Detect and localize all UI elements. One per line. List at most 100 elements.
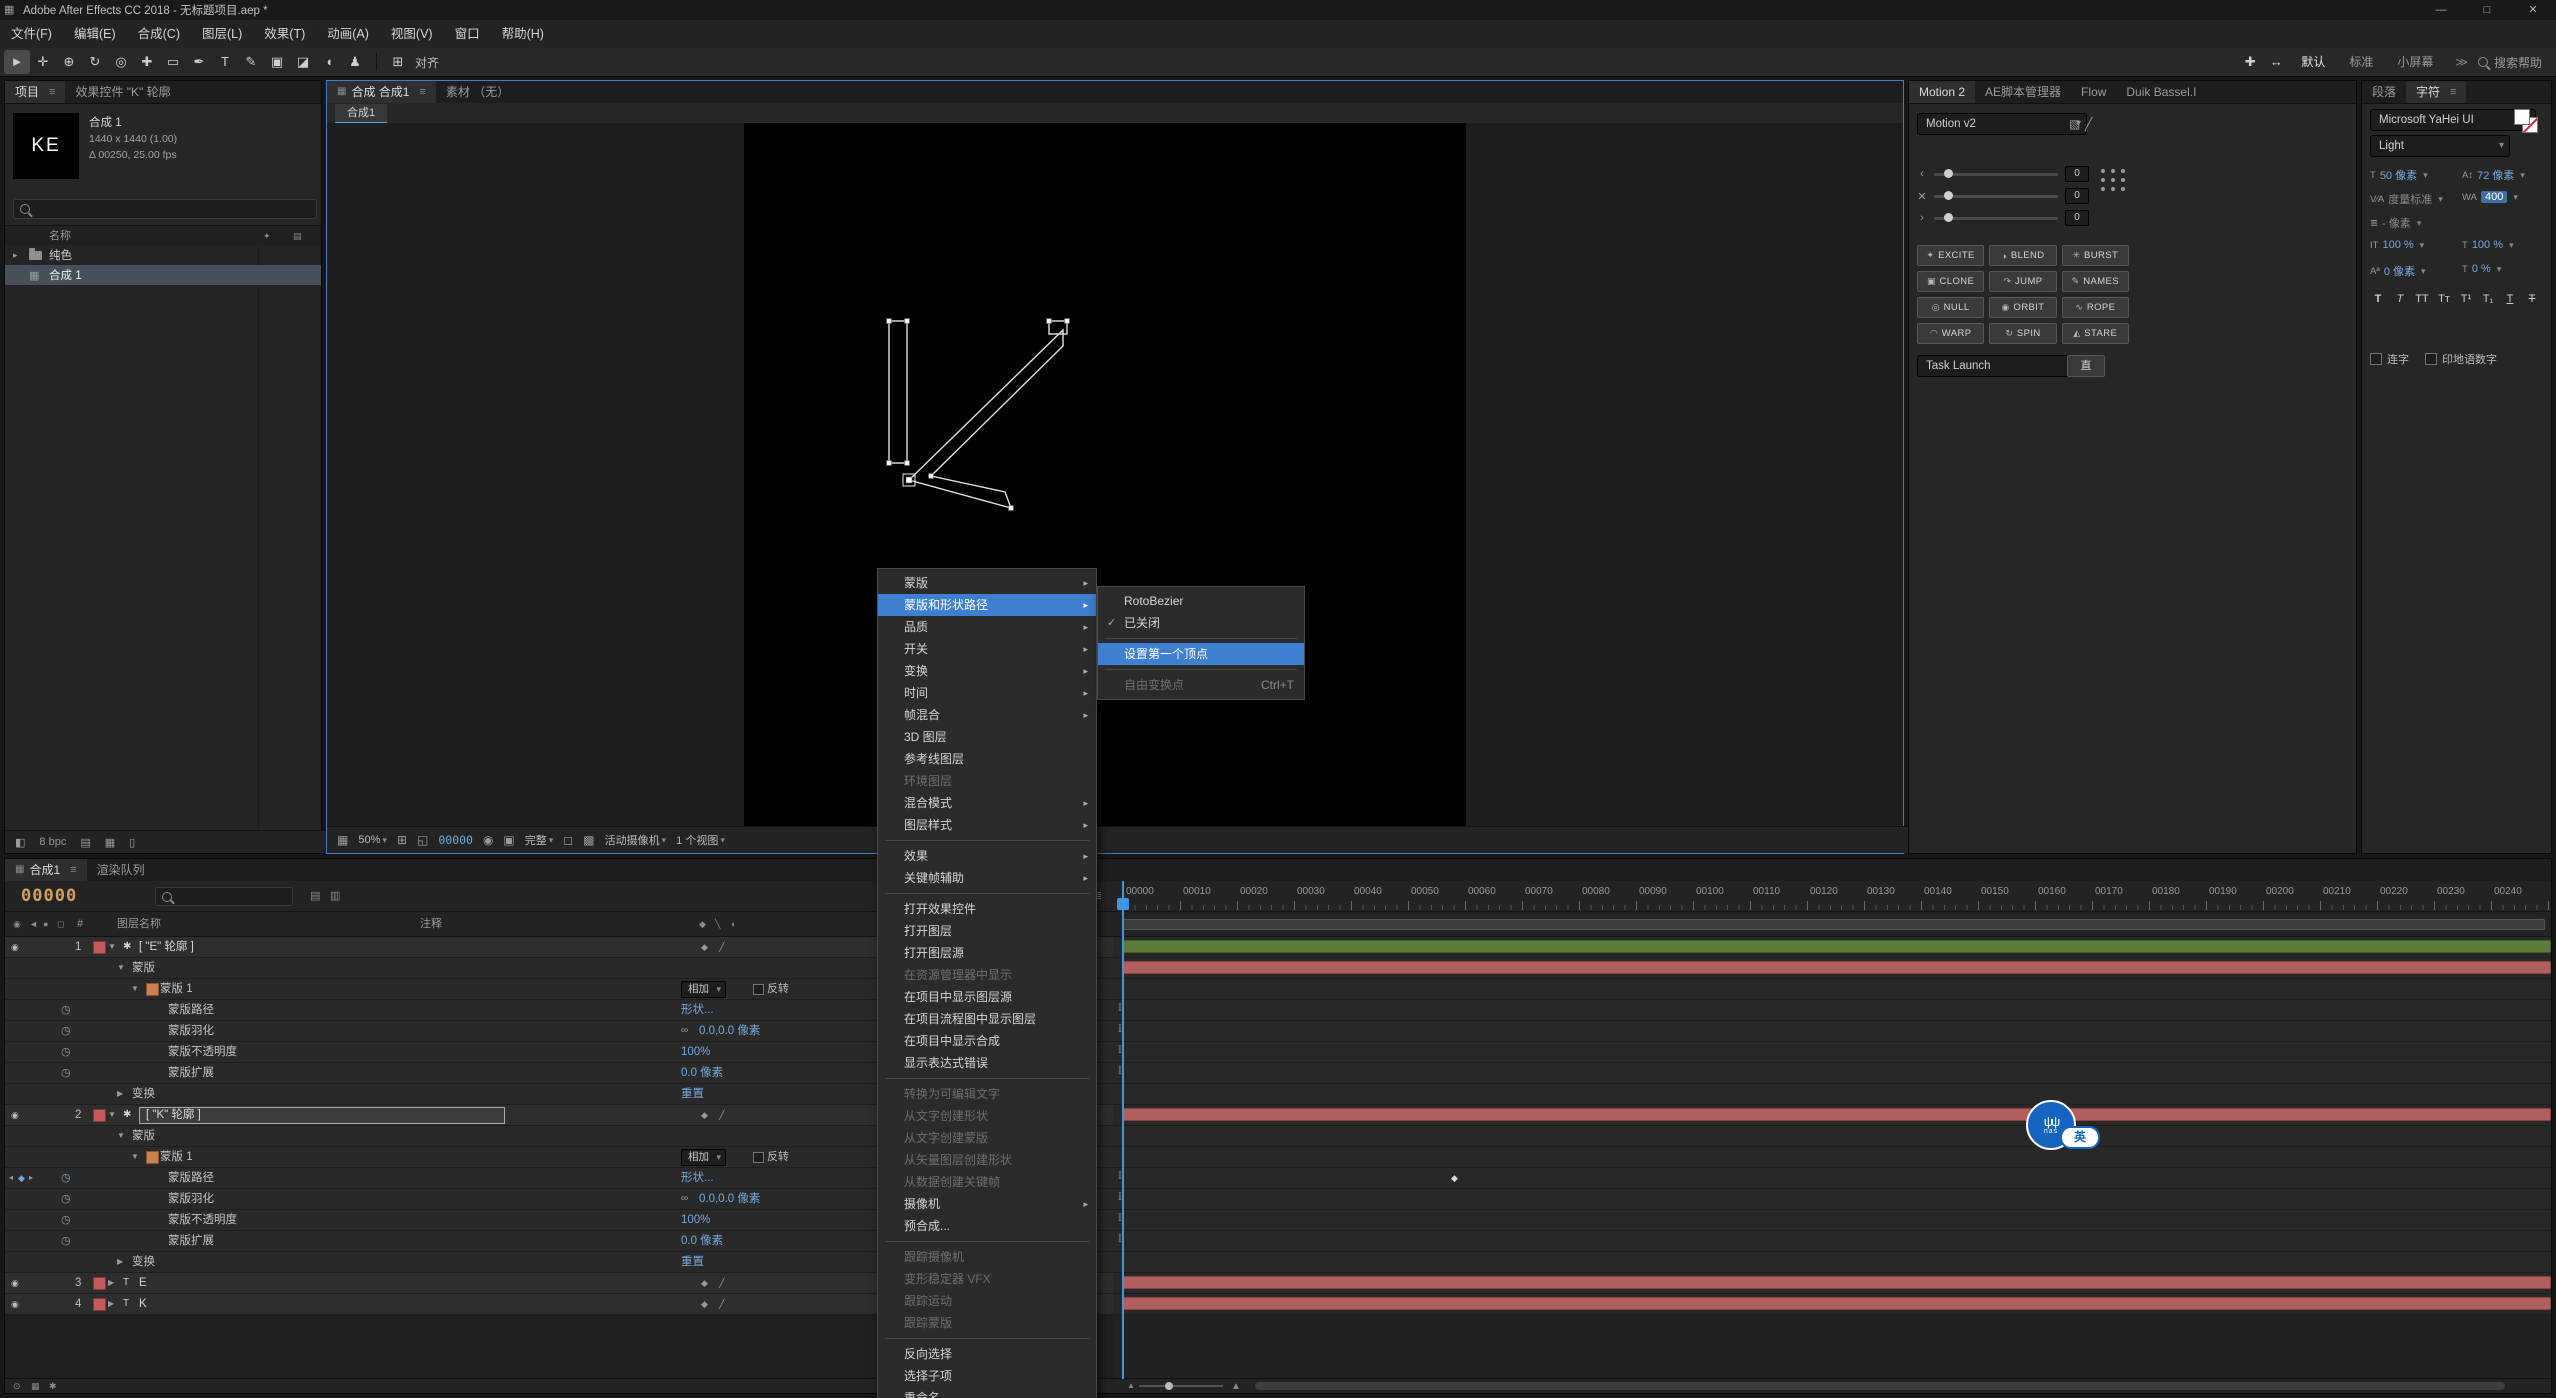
timeline-graph-row[interactable]: Ⅰ bbox=[1113, 1063, 2551, 1084]
subscript-button[interactable]: T₁ bbox=[2480, 291, 2496, 307]
label-color-chip[interactable] bbox=[93, 1298, 106, 1311]
context-menu-item[interactable]: 摄像机 ▸ bbox=[878, 1193, 1096, 1215]
context-menu-item[interactable]: 在项目中显示合成 bbox=[878, 1030, 1096, 1052]
tab-footage[interactable]: 素材 （无） bbox=[436, 81, 519, 103]
context-menu-item[interactable]: 打开效果控件 bbox=[878, 898, 1096, 920]
new-composition-icon[interactable]: ▦ bbox=[105, 836, 115, 849]
layer-name[interactable]: K bbox=[139, 1294, 147, 1314]
tracking-field[interactable]: WA 400 ▾ bbox=[2462, 191, 2518, 203]
property-value[interactable]: 100% bbox=[681, 1210, 710, 1230]
panel-menu-icon[interactable]: ≡ bbox=[70, 859, 76, 881]
twirl-toggle[interactable]: ▶ bbox=[117, 1084, 123, 1104]
snap-label[interactable]: 对齐 bbox=[415, 54, 439, 71]
tab-duik-bassel-i[interactable]: Duik Bassel.I bbox=[2116, 81, 2206, 103]
mask-color-chip[interactable] bbox=[146, 983, 159, 996]
shape-tool[interactable]: ▭ bbox=[160, 50, 186, 74]
baseline-shift-field[interactable]: Aª 0 像素 ▾ bbox=[2370, 263, 2426, 279]
blend-button[interactable]: ◑ BLEND bbox=[1989, 245, 2057, 266]
layer-duration-bar[interactable] bbox=[1123, 1276, 2551, 1289]
next-keyframe-button[interactable]: ▸ bbox=[29, 1168, 33, 1188]
current-time-indicator[interactable] bbox=[1122, 881, 1124, 1379]
help-search[interactable]: 搜索帮助 bbox=[2477, 54, 2542, 71]
motion-preset-select[interactable]: Motion v2 bbox=[1917, 113, 2087, 135]
workspace-3[interactable]: 小屏幕 bbox=[2385, 48, 2445, 76]
context-menu-item[interactable]: 参考线图层 bbox=[878, 748, 1096, 770]
visibility-toggle[interactable]: ◉ bbox=[11, 1273, 19, 1293]
context-menu-item[interactable]: 蒙版 ▸ bbox=[878, 572, 1096, 594]
layers-icon[interactable]: ▦ bbox=[31, 1379, 40, 1393]
layer-name[interactable]: E bbox=[139, 1273, 147, 1293]
tab-effect-controls[interactable]: 效果控件 "K" 轮廓 bbox=[65, 81, 180, 103]
prev-keyframe-button[interactable]: ◂ bbox=[9, 1168, 13, 1188]
property-value[interactable]: 0.0 像素 bbox=[681, 1063, 723, 1083]
faux-bold-button[interactable]: T bbox=[2370, 291, 2386, 307]
twirl-toggle[interactable]: ▼ bbox=[117, 1126, 125, 1146]
context-menu-item[interactable]: 在项目流程图中显示图层 bbox=[878, 1008, 1096, 1030]
all-caps-button[interactable]: TT bbox=[2414, 291, 2430, 307]
tab-ae-[interactable]: AE脚本管理器 bbox=[1975, 81, 2071, 103]
fx-switch-icon[interactable]: ╱ bbox=[719, 1294, 724, 1314]
property-value[interactable]: 0.0,0.0 像素 bbox=[699, 1189, 760, 1209]
reset-link[interactable]: 重置 bbox=[681, 1252, 704, 1272]
work-area-bar[interactable] bbox=[1123, 919, 2545, 930]
menubar-item[interactable]: 效果(T) bbox=[253, 20, 316, 48]
timeline-search-input[interactable] bbox=[155, 887, 293, 906]
context-menu-item[interactable]: 选择子项 bbox=[878, 1365, 1096, 1387]
motion-slider-1[interactable]: ‹ 0 bbox=[1917, 163, 2089, 185]
label-color-chip[interactable] bbox=[93, 1277, 106, 1290]
warp-button[interactable]: ◠ WARP bbox=[1917, 323, 1985, 344]
tab-composition-timeline[interactable]: ▦ 合成1 ≡ bbox=[5, 859, 87, 881]
panel-menu-icon[interactable]: ≡ bbox=[49, 81, 55, 103]
leading-field[interactable]: A↕ 72 像素 ▾ bbox=[2462, 167, 2525, 183]
null-button[interactable]: ◎ NULL bbox=[1917, 297, 1985, 318]
property-value[interactable]: 0.0 像素 bbox=[681, 1231, 723, 1251]
vertical-scale-field[interactable]: IT 100 % ▾ bbox=[2370, 239, 2424, 251]
menubar-item[interactable]: 文件(F) bbox=[0, 20, 63, 48]
timeline-graph-row[interactable]: Ⅰ bbox=[1113, 1189, 2551, 1210]
context-menu-item[interactable]: 预合成... bbox=[878, 1215, 1096, 1237]
name-column-header[interactable]: 名称 bbox=[49, 226, 71, 246]
checkbox-2[interactable]: 印地语数字 bbox=[2425, 351, 2497, 367]
composition-mini-flowchart-icon[interactable]: ▤ bbox=[310, 881, 320, 911]
stopwatch-icon[interactable]: ◷ bbox=[61, 1231, 71, 1251]
context-menu-item[interactable]: 关键帧辅助 ▸ bbox=[878, 867, 1096, 889]
zoom-out-mountain-icon[interactable]: ▲ bbox=[1127, 1381, 1135, 1390]
context-menu-item[interactable]: 重命名 bbox=[878, 1387, 1096, 1398]
slider-value[interactable]: 0 bbox=[2065, 188, 2089, 204]
viewer-comp-tab[interactable]: 合成1 bbox=[335, 104, 388, 124]
visibility-toggle[interactable]: ◉ bbox=[11, 1294, 19, 1314]
current-time-display[interactable]: 00000 bbox=[21, 886, 77, 906]
snapshot-icon[interactable]: ◉ bbox=[483, 833, 493, 847]
timeline-graph-row[interactable]: Ⅰ bbox=[1113, 1231, 2551, 1252]
twirl-toggle[interactable]: ▼ bbox=[131, 979, 139, 999]
twirl-icon[interactable]: ▸ bbox=[13, 250, 18, 261]
time-ruler[interactable]: 00000 00010 00020 00030 00040 00050 00060 00070… bbox=[1113, 881, 2551, 912]
timeline-graph-row[interactable] bbox=[1113, 1084, 2551, 1105]
workspace-1[interactable]: 默认 bbox=[2289, 48, 2337, 76]
mask-mode-select[interactable]: 相加 bbox=[681, 1149, 726, 1166]
keyframe-icon[interactable]: ◆ bbox=[1451, 1173, 1458, 1184]
snap-grid-icon[interactable]: ⊞ bbox=[385, 50, 411, 74]
burst-button[interactable]: ✳ BURST bbox=[2061, 245, 2129, 266]
project-search-input[interactable] bbox=[13, 199, 317, 219]
selection-tool[interactable]: ► bbox=[4, 50, 30, 74]
slider-track[interactable] bbox=[1934, 168, 2058, 178]
timeline-graph-row[interactable]: Ⅰ bbox=[1113, 1210, 2551, 1231]
slider-knob[interactable] bbox=[1943, 190, 1953, 200]
tsume-field[interactable]: T 0 % ▾ bbox=[2462, 263, 2501, 275]
visibility-toggle[interactable]: ◉ bbox=[11, 937, 19, 957]
menubar-item[interactable]: 视图(V) bbox=[380, 20, 444, 48]
zoom-slider-knob[interactable] bbox=[1165, 1382, 1173, 1390]
task-launch-select[interactable]: Task Launch bbox=[1917, 355, 2085, 377]
timeline-graph-row[interactable]: Ⅰ bbox=[1113, 1042, 2551, 1063]
zoom-in-mountain-icon[interactable]: ▲ bbox=[1231, 1381, 1241, 1392]
twirl-toggle[interactable]: ▶ bbox=[117, 1252, 123, 1272]
superscript-button[interactable]: T¹ bbox=[2458, 291, 2474, 307]
context-menu-item[interactable]: ✓ 已关闭 bbox=[1098, 612, 1304, 634]
stopwatch-icon[interactable]: ◷ bbox=[61, 1000, 71, 1020]
property-value[interactable]: 形状... bbox=[681, 1000, 714, 1020]
fill-color-swatch[interactable] bbox=[2514, 109, 2530, 125]
mask-mode-select[interactable]: 相加 bbox=[681, 981, 726, 998]
slider-knob[interactable] bbox=[1943, 168, 1953, 178]
label-color-chip[interactable] bbox=[93, 1109, 106, 1122]
